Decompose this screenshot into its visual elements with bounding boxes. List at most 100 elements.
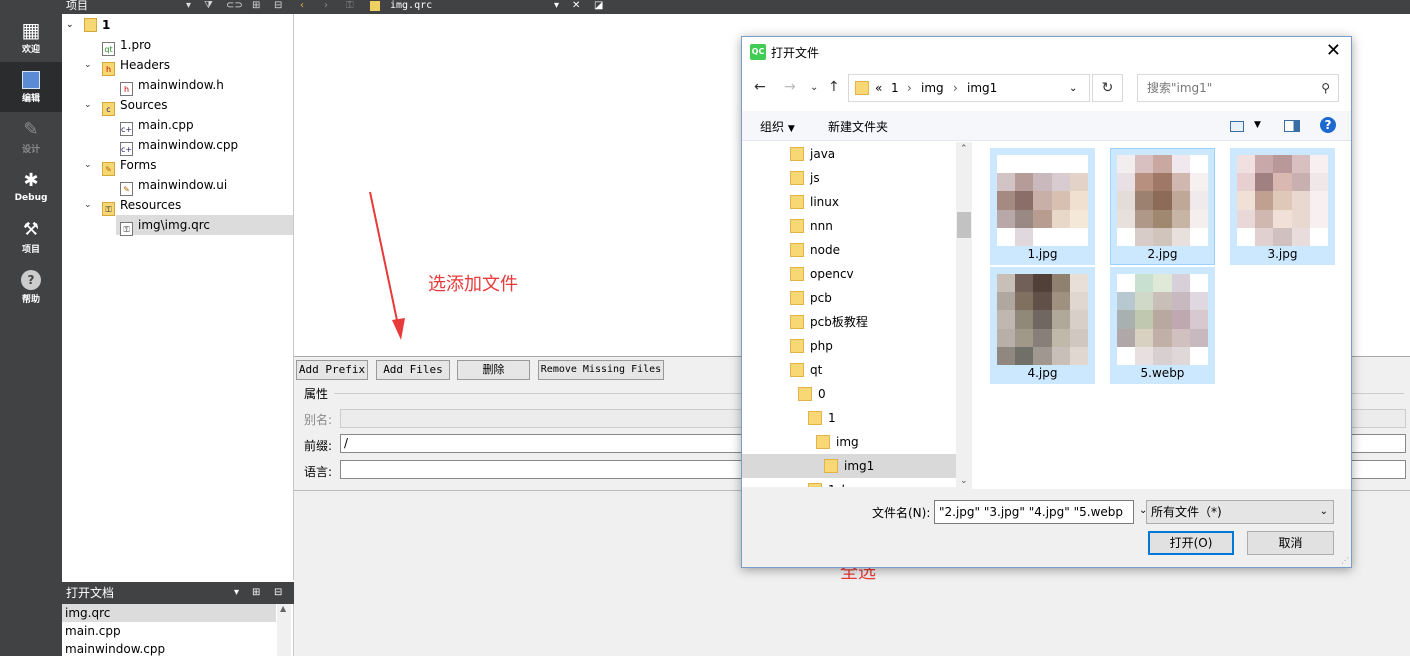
nav-folder-selected[interactable]: img1 bbox=[742, 454, 956, 478]
organize-button[interactable]: 组织 ▼ bbox=[760, 118, 795, 135]
nav-folder[interactable]: php bbox=[790, 334, 833, 358]
file-name: 3.jpg bbox=[1267, 247, 1298, 261]
chevron-right-icon[interactable]: › bbox=[907, 81, 912, 95]
up-arrow-icon[interactable]: ↑ bbox=[828, 79, 840, 95]
folder-icon bbox=[790, 363, 804, 377]
folder-icon bbox=[824, 459, 838, 473]
address-segment[interactable]: img1 bbox=[967, 81, 997, 95]
new-folder-button[interactable]: 新建文件夹 bbox=[828, 118, 888, 135]
file-tile[interactable]: 3.jpg bbox=[1230, 148, 1335, 265]
file-tile[interactable]: 1.jpg bbox=[990, 148, 1095, 265]
thumbnail-pixel bbox=[1069, 328, 1088, 347]
help-icon[interactable]: ? bbox=[1320, 117, 1336, 133]
thumbnail-pixel bbox=[1069, 209, 1088, 228]
thumbnail-pixel bbox=[1051, 155, 1070, 174]
nav-folder[interactable]: img bbox=[816, 430, 859, 454]
search-input[interactable]: 搜索"img1" ⚲ bbox=[1137, 74, 1339, 102]
nav-folder[interactable]: pcb bbox=[790, 286, 832, 310]
thumbnail-pixel bbox=[1033, 292, 1052, 311]
thumbnail-pixel bbox=[1237, 155, 1256, 174]
thumbnail-pixel bbox=[1051, 173, 1070, 192]
thumbnail-pixel bbox=[1051, 274, 1070, 293]
filetype-value: 所有文件（*) bbox=[1151, 505, 1222, 519]
back-arrow-icon[interactable]: ← bbox=[754, 79, 766, 95]
add-files-arrow-head bbox=[392, 318, 405, 340]
thumbnail-pixel bbox=[1153, 155, 1172, 174]
thumbnail-pixel bbox=[1309, 155, 1328, 174]
thumbnail-pixel bbox=[1051, 292, 1070, 311]
thumbnail-pixel bbox=[1135, 155, 1154, 174]
thumbnail-pixel bbox=[1309, 209, 1328, 228]
close-icon[interactable]: ✕ bbox=[1326, 41, 1341, 61]
address-segment[interactable]: img bbox=[921, 81, 944, 95]
folder-icon bbox=[790, 267, 804, 281]
thumbnail-pixel bbox=[1033, 274, 1052, 293]
forward-arrow-icon[interactable]: → bbox=[784, 79, 796, 95]
file-tile[interactable]: 5.webp bbox=[1110, 267, 1215, 384]
thumbnail-pixel bbox=[1135, 292, 1154, 311]
address-overflow[interactable]: « bbox=[875, 81, 882, 95]
recent-locations-chevron-icon[interactable]: ⌄ bbox=[810, 82, 818, 93]
thumbnail-pixel bbox=[1051, 227, 1070, 246]
add-files-arrow-shaft bbox=[369, 191, 399, 326]
thumbnail-pixel bbox=[997, 155, 1016, 174]
chevron-down-icon[interactable]: ⌄ bbox=[1069, 83, 1077, 94]
thumbnail-pixel bbox=[1135, 173, 1154, 192]
chevron-down-icon: ⌄ bbox=[1319, 506, 1328, 517]
scroll-down-icon[interactable]: ⌄ bbox=[960, 476, 968, 486]
nav-folder[interactable]: opencv bbox=[790, 262, 854, 286]
thumbnail-pixel bbox=[997, 346, 1016, 365]
chevron-right-icon[interactable]: › bbox=[953, 81, 958, 95]
thumbnail-pixel bbox=[1237, 191, 1256, 210]
refresh-button[interactable]: ↻ bbox=[1092, 74, 1123, 102]
nav-folder[interactable]: 1 bbox=[808, 406, 836, 430]
open-button[interactable]: 打开(O) bbox=[1148, 531, 1234, 555]
nav-folder[interactable]: js bbox=[790, 166, 820, 190]
navigation-scrollbar[interactable]: ⌃ ⌄ bbox=[956, 142, 972, 488]
cancel-button[interactable]: 取消 bbox=[1247, 531, 1334, 555]
folder-icon bbox=[790, 339, 804, 353]
organize-label: 组织 bbox=[760, 120, 785, 134]
thumbnail-pixel bbox=[1069, 346, 1088, 365]
image-thumbnail bbox=[997, 274, 1088, 365]
nav-folder[interactable]: node bbox=[790, 238, 840, 262]
address-bar[interactable]: « 1 › img › img1 ⌄ bbox=[848, 74, 1090, 102]
scrollbar-thumb[interactable] bbox=[957, 212, 971, 238]
preview-pane-icon[interactable] bbox=[1284, 120, 1300, 132]
address-segment[interactable]: 1 bbox=[891, 81, 899, 95]
nav-folder-label: pcb板教程 bbox=[810, 315, 868, 329]
nav-folder[interactable]: java bbox=[790, 142, 835, 166]
file-tile[interactable]: 2.jpg bbox=[1110, 148, 1215, 265]
scroll-up-icon[interactable]: ⌃ bbox=[960, 144, 968, 154]
thumbnail-pixel bbox=[1255, 155, 1274, 174]
nav-folder[interactable]: 0 bbox=[798, 382, 826, 406]
folder-icon bbox=[790, 243, 804, 257]
search-icon: ⚲ bbox=[1321, 81, 1330, 95]
file-list-pane: 1.jpg 2.jpg 3.jpg 4.jpg 5.webp bbox=[973, 142, 1351, 488]
view-mode-icon[interactable] bbox=[1230, 121, 1244, 132]
nav-folder[interactable]: pcb板教程 bbox=[790, 310, 868, 334]
open-file-dialog: QC 打开文件 ✕ ← → ⌄ ↑ « 1 › img › img1 ⌄ ↻ 搜… bbox=[741, 36, 1352, 568]
nav-folder-label: linux bbox=[810, 195, 839, 209]
thumbnail-pixel bbox=[997, 209, 1016, 228]
thumbnail-pixel bbox=[1117, 191, 1136, 210]
nav-folder-label: nnn bbox=[810, 219, 833, 233]
chevron-down-icon[interactable]: ▼ bbox=[1254, 120, 1261, 130]
thumbnail-pixel bbox=[997, 274, 1016, 293]
thumbnail-pixel bbox=[1189, 191, 1208, 210]
thumbnail-pixel bbox=[1153, 274, 1172, 293]
dialog-navigation-bar: ← → ⌄ ↑ « 1 › img › img1 ⌄ ↻ 搜索"img1" ⚲ bbox=[742, 73, 1351, 105]
file-tile[interactable]: 4.jpg bbox=[990, 267, 1095, 384]
filetype-select[interactable]: 所有文件（*) ⌄ bbox=[1146, 500, 1334, 524]
nav-folder-label: img1 bbox=[844, 459, 875, 473]
image-thumbnail bbox=[997, 155, 1088, 246]
thumbnail-pixel bbox=[1237, 227, 1256, 246]
filename-input[interactable]: "2.jpg" "3.jpg" "4.jpg" "5.webp bbox=[934, 500, 1134, 524]
thumbnail-pixel bbox=[1291, 155, 1310, 174]
nav-folder[interactable]: nnn bbox=[790, 214, 833, 238]
nav-folder[interactable]: linux bbox=[790, 190, 839, 214]
nav-folder[interactable]: qt bbox=[790, 358, 822, 382]
resize-grip-icon[interactable]: ⋰ bbox=[1341, 556, 1349, 565]
thumbnail-pixel bbox=[1189, 274, 1208, 293]
thumbnail-pixel bbox=[1153, 310, 1172, 329]
